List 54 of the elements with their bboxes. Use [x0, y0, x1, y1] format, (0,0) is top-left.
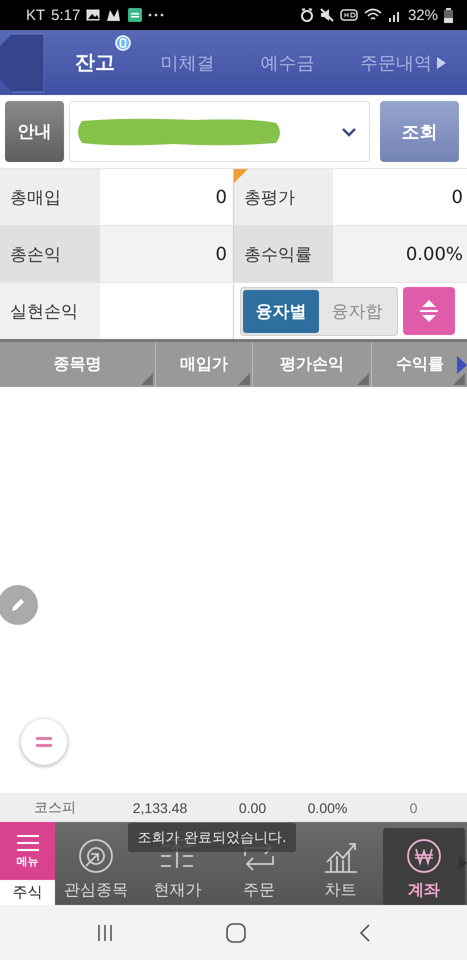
segment-button[interactable]: 융자별	[243, 290, 319, 332]
equals-button[interactable]	[21, 719, 67, 765]
home-icon[interactable]	[226, 922, 246, 942]
column-header[interactable]: 수익률	[372, 342, 467, 387]
tab[interactable]: 예수금	[258, 46, 316, 78]
tab[interactable]: 주문내역	[358, 46, 434, 78]
account-dropdown[interactable]	[69, 101, 370, 162]
info-button[interactable]: 안내	[5, 101, 64, 162]
summary-value: 0	[100, 226, 233, 282]
back-icon[interactable]	[358, 922, 371, 942]
summary-label: 총수익률	[233, 226, 333, 282]
image-icon	[86, 9, 100, 21]
clock-time: 5:17	[51, 6, 80, 24]
pencil-icon	[10, 597, 26, 613]
app-icon	[128, 8, 142, 22]
carrier-name: KT	[26, 6, 46, 24]
status-toast: 조회가 완료되었습니다.	[128, 823, 296, 852]
battery-icon	[444, 8, 453, 22]
equals-icon	[36, 737, 52, 747]
scroll-right-icon	[459, 856, 467, 870]
alarm-icon	[300, 8, 314, 22]
nav-item[interactable]: 차트	[300, 822, 382, 905]
index-value: 0.00	[238, 800, 268, 816]
mute-icon	[320, 8, 334, 22]
tab[interactable]: 미체결	[158, 46, 217, 78]
summary-label: 총매입	[0, 169, 100, 225]
summary-value: 0.00%	[333, 226, 467, 282]
index-value: 0	[408, 800, 418, 816]
summary-label: 실현손익	[0, 283, 100, 339]
recent-apps-icon[interactable]	[96, 924, 114, 942]
sort-arrows-icon	[418, 299, 440, 323]
index-value: 2,133.48	[132, 800, 188, 816]
battery-percent: 32%	[408, 6, 438, 24]
hd-icon	[340, 9, 358, 21]
section-tab[interactable]: 주식	[0, 880, 55, 905]
notification-icon	[106, 8, 122, 22]
summary-label: 총손익	[0, 226, 100, 282]
summary-label: 총평가	[233, 169, 333, 225]
more-dots-icon	[148, 13, 164, 17]
query-button[interactable]: 조회	[380, 101, 459, 162]
menu-button[interactable]: 메뉴	[0, 822, 55, 880]
segment-button[interactable]: 융자합	[319, 290, 395, 332]
menu-icon	[16, 834, 40, 852]
index-name: 코스피	[33, 798, 77, 816]
won-coin-icon	[406, 838, 442, 874]
index-value: 0.00%	[306, 800, 348, 816]
edit-button[interactable]	[0, 585, 38, 625]
nav-item[interactable]: 계좌	[383, 828, 465, 905]
wifi-icon	[364, 8, 382, 22]
scroll-right-icon	[457, 356, 467, 374]
tab[interactable]: 잔고	[72, 45, 117, 80]
more-arrow-icon	[437, 56, 446, 68]
chevron-down-icon	[341, 126, 357, 136]
sort-button[interactable]	[403, 287, 455, 335]
